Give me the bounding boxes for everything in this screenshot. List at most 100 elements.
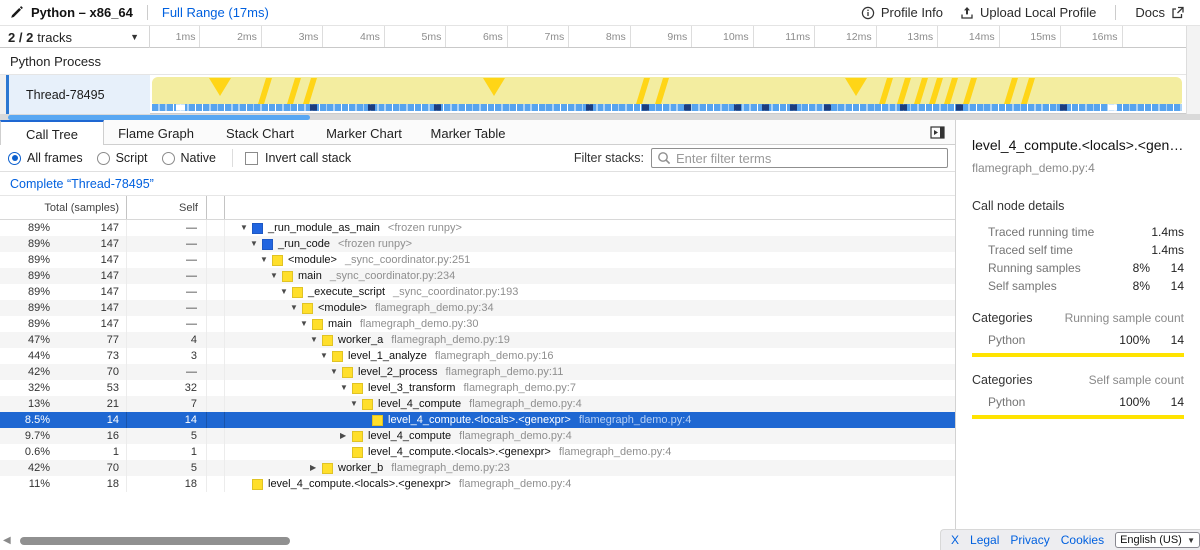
call-tree-row[interactable]: 32%5332▼level_3_transformflamegraph_demo… [0,380,955,396]
expand-triangle-icon[interactable]: ▼ [240,220,252,236]
call-tree-row[interactable]: 89%147—▼<module>flamegraph_demo.py:34 [0,300,955,316]
footer-link-x[interactable]: X [951,533,959,547]
full-range-link[interactable]: Full Range (17ms) [162,5,269,20]
expand-triangle-icon[interactable]: ▼ [340,380,352,396]
call-tree-row[interactable]: 11%1818level_4_compute.<locals>.<genexpr… [0,476,955,492]
collapse-triangle-icon[interactable]: ▶ [340,428,352,444]
radio-all-frames[interactable]: All frames [8,151,83,165]
pencil-icon[interactable] [10,6,23,19]
call-tree-row[interactable]: 89%147—▼<module>_sync_coordinator.py:251 [0,252,955,268]
call-tree-row[interactable]: 89%147—▼_run_module_as_main<frozen runpy… [0,220,955,236]
thread-track[interactable]: Thread-78495 [0,75,1200,114]
total-count: 16 [50,428,126,444]
thread-track-label[interactable]: Thread-78495 [6,75,150,114]
call-tree-rows: 89%147—▼_run_module_as_main<frozen runpy… [0,220,955,492]
category-color-square [372,415,383,426]
selected-node-title: level_4_compute.<locals>.<genexpr> [972,137,1184,153]
footer-link-legal[interactable]: Legal [970,533,999,547]
call-tree-row[interactable]: 89%147—▼mainflamegraph_demo.py:30 [0,316,955,332]
external-link-icon [1171,6,1184,19]
scroll-left-arrow-icon[interactable]: ◀ [3,535,11,546]
category-color-square [332,351,343,362]
total-count: 18 [50,476,126,492]
total-cell: 42%70 [0,364,127,380]
expand-triangle-icon[interactable]: ▼ [310,332,322,348]
total-count: 1 [50,444,126,460]
category-color-square [312,319,323,330]
cpu-usage-fill [152,77,1182,104]
call-tree-row[interactable]: 89%147—▼_run_code<frozen runpy> [0,236,955,252]
call-tree-row[interactable]: 44%733▼level_1_analyzeflamegraph_demo.py… [0,348,955,364]
tree-cell: ▶level_4_computeflamegraph_demo.py:4 [225,428,955,444]
expand-triangle-icon[interactable]: ▼ [330,364,342,380]
expand-triangle-icon[interactable]: ▼ [260,252,272,268]
process-track-header[interactable]: Python Process [0,48,1200,75]
radio-native[interactable]: Native [162,151,216,165]
profile-info-button[interactable]: Profile Info [857,3,947,22]
sidebar-toggle-icon[interactable] [930,125,945,140]
call-tree-row[interactable]: 89%147—▼_execute_script_sync_coordinator… [0,284,955,300]
call-tree-row[interactable]: 42%70—▼level_2_processflamegraph_demo.py… [0,364,955,380]
timeline-scrollbar-thumb[interactable] [8,115,310,120]
expand-triangle-icon[interactable]: ▼ [320,348,332,364]
upload-profile-button[interactable]: Upload Local Profile [956,3,1100,22]
time-tick-line [1122,26,1123,47]
filter-stacks-input[interactable] [651,148,948,168]
self-cell: — [127,284,207,300]
expand-triangle-icon[interactable]: ▼ [250,236,262,252]
invert-call-stack-checkbox[interactable] [245,152,258,165]
total-percent: 44% [0,348,50,364]
column-header-total[interactable]: Total (samples) [0,196,127,219]
sidebar-stat-row: Traced running time1.4ms [972,223,1184,241]
expand-triangle-icon[interactable]: ▼ [280,284,292,300]
radio-script[interactable]: Script [97,151,148,165]
total-count: 147 [50,252,126,268]
file-location: flamegraph_demo.py:4 [579,412,692,428]
total-count: 70 [50,364,126,380]
thread-activity-graph[interactable] [150,75,1186,114]
category-label: Python [972,395,1102,409]
horizontal-scrollbar-thumb[interactable] [20,537,290,545]
expand-triangle-icon[interactable]: ▼ [300,316,312,332]
tree-cell: ▼_run_code<frozen runpy> [225,236,955,252]
sidebar-stat-row: Self samples8%14 [972,277,1184,295]
tab-call-tree[interactable]: Call Tree [0,120,104,146]
call-tree-row[interactable]: 9.7%165▶level_4_computeflamegraph_demo.p… [0,428,955,444]
expand-triangle-icon[interactable]: ▼ [270,268,282,284]
call-tree-row[interactable]: 13%217▼level_4_computeflamegraph_demo.py… [0,396,955,412]
call-tree-row[interactable]: 89%147—▼main_sync_coordinator.py:234 [0,268,955,284]
call-tree-row[interactable]: 8.5%1414level_4_compute.<locals>.<genexp… [0,412,955,428]
collapse-triangle-icon[interactable]: ▶ [310,460,322,476]
docs-button[interactable]: Docs [1131,3,1188,22]
total-cell: 89%147 [0,236,127,252]
footer-link-cookies[interactable]: Cookies [1061,533,1104,547]
expand-triangle-icon[interactable]: ▼ [290,300,302,316]
language-select[interactable]: English (US) ▼ [1115,532,1200,548]
categories-heading: Categories [972,373,1032,387]
footer-link-privacy[interactable]: Privacy [1010,533,1049,547]
tracks-dropdown[interactable]: 2 / 2 tracks ▼ [0,26,150,48]
function-name: level_4_compute.<locals>.<genexpr> [368,444,551,460]
sample-count-heading: Running sample count [1065,311,1184,325]
breadcrumb-complete-range[interactable]: Complete “Thread-78495” [0,177,154,191]
category-color-square [322,463,333,474]
icon-cell [207,396,225,412]
tab-marker-chart[interactable]: Marker Chart [312,120,416,145]
tab-flame-graph[interactable]: Flame Graph [104,120,208,145]
profile-name: Python – x86_64 [31,5,133,20]
call-tree-row[interactable]: 0.6%11level_4_compute.<locals>.<genexpr>… [0,444,955,460]
radio-label: Native [181,151,216,165]
function-name: _execute_script [308,284,385,300]
call-tree-row[interactable]: 42%705▶worker_bflamegraph_demo.py:23 [0,460,955,476]
function-name: main [328,316,352,332]
expand-triangle-icon[interactable]: ▼ [350,396,362,412]
tab-marker-table[interactable]: Marker Table [416,120,520,145]
tree-cell: ▼<module>_sync_coordinator.py:251 [225,252,955,268]
tree-cell: ▶worker_bflamegraph_demo.py:23 [225,460,955,476]
file-location: flamegraph_demo.py:19 [391,332,510,348]
function-name: level_2_process [358,364,438,380]
call-tree-row[interactable]: 47%774▼worker_aflamegraph_demo.py:19 [0,332,955,348]
total-percent: 42% [0,364,50,380]
tab-stack-chart[interactable]: Stack Chart [208,120,312,145]
column-header-self[interactable]: Self [127,196,207,219]
